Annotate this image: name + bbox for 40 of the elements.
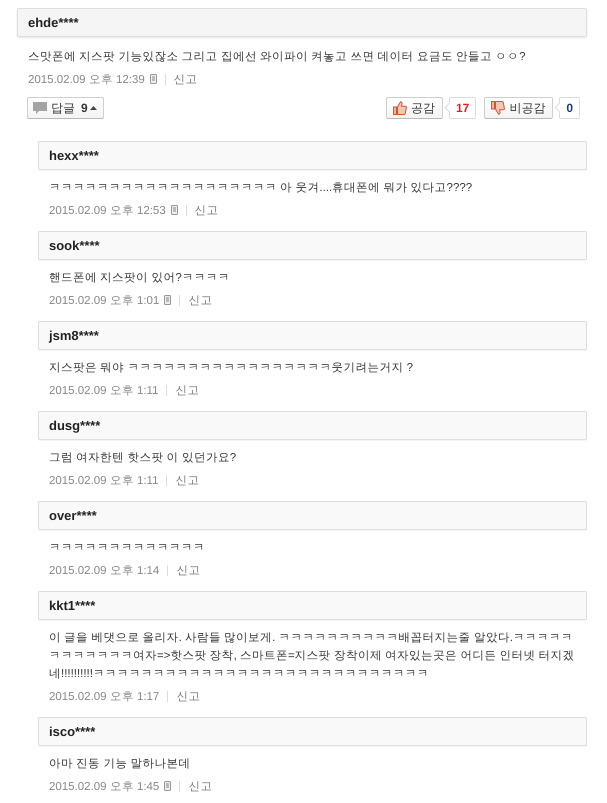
reply-text: 이 글을 베댓으로 올리자. 사람들 많이보게. ㅋㅋㅋㅋㅋㅋㅋㅋㅋㅋ배꼽터지는줄 알았다.ㅋㅋㅋㅋㅋㅋㅋㅋㅋㅋㅋㅋ여자=>핫스팟 장착, 스마트폰=지스팟 장착이제 여자있는곳은 어디든 인터넷 터지겠네!!!!!!!!!!ㅋㅋㅋㅋㅋㅋㅋㅋㅋㅋㅋㅋㅋㅋㅋㅋㅋㅋㅋㅋㅋㅋㅋㅋㅋㅋㅋㅋ — [49, 631, 576, 682]
author-name: ehde**** — [28, 15, 79, 30]
author-name: isco**** — [49, 724, 96, 739]
author-name: sook**** — [49, 238, 100, 253]
report-link[interactable]: 신고 — [176, 688, 200, 704]
reply-date: 2015.02.09 오후 12:53 — [49, 204, 166, 218]
reply-date: 2015.02.09 오후 1:45 — [49, 780, 160, 794]
report-link[interactable]: 신고 — [188, 778, 212, 794]
reply-date: 2015.02.09 오후 1:11 — [49, 384, 158, 398]
comment-icon — [33, 102, 47, 114]
comment-date: 2015.02.09 오후 12:39 — [28, 72, 145, 86]
dislike-button[interactable]: 비공감 — [484, 97, 554, 119]
report-link[interactable]: 신고 — [175, 382, 200, 398]
comment-text: 스맛폰에 지스팟 기능있잖소 그리고 집에선 와이파이 켜놓고 쓰면 데이터 요금도 안들고 ㅇㅇ? — [28, 50, 527, 65]
reply-text: 아마 진동 기능 말하나본데 — [49, 757, 192, 772]
author-name: dusg**** — [49, 418, 100, 433]
report-link[interactable]: 신고 — [174, 72, 198, 86]
like-count: 17 — [444, 97, 476, 119]
reply-date: 2015.02.09 오후 1:01 — [49, 294, 160, 308]
dislike-count: 0 — [554, 97, 580, 119]
reply-text: ㅋㅋㅋㅋㅋㅋㅋㅋㅋㅋㅋㅋㅋ — [49, 541, 206, 556]
author-name: hexx**** — [49, 148, 99, 163]
reply-button[interactable]: 답글 9 — [27, 97, 104, 119]
author-name: over**** — [49, 508, 97, 523]
reply-text: 그럼 여자한텐 핫스팟 이 있던가요? — [49, 451, 238, 466]
thumbs-down-icon — [491, 101, 506, 115]
like-button[interactable]: 공감 — [386, 97, 443, 119]
author-name: jsm8**** — [49, 328, 99, 343]
report-link[interactable]: 신고 — [175, 472, 200, 488]
reply-text: 지스팟은 뭐야 ㅋㅋㅋㅋㅋㅋㅋㅋㅋㅋㅋㅋㅋㅋㅋㅋㅋ웃기려는거지 ? — [49, 361, 414, 376]
report-link[interactable]: 신고 — [188, 292, 212, 308]
reply-date: 2015.02.09 오후 1:14 — [49, 564, 160, 578]
reply-text: 핸드폰에 지스팟이 있어?ㅋㅋㅋㅋ — [49, 271, 231, 286]
reply-date: 2015.02.09 오후 1:11 — [49, 474, 158, 488]
reply-text: ㅋㅋㅋㅋㅋㅋㅋㅋㅋㅋㅋㅋㅋㅋㅋㅋㅋㅋㅋ 아 웃겨....휴대폰에 뭐가 있다고???? — [49, 181, 474, 196]
report-link[interactable]: 신고 — [194, 202, 219, 218]
thumbs-up-icon — [392, 101, 407, 115]
author-name: kkt1**** — [49, 598, 96, 613]
report-link[interactable]: 신고 — [176, 562, 200, 578]
reply-date: 2015.02.09 오후 1:17 — [49, 690, 160, 704]
